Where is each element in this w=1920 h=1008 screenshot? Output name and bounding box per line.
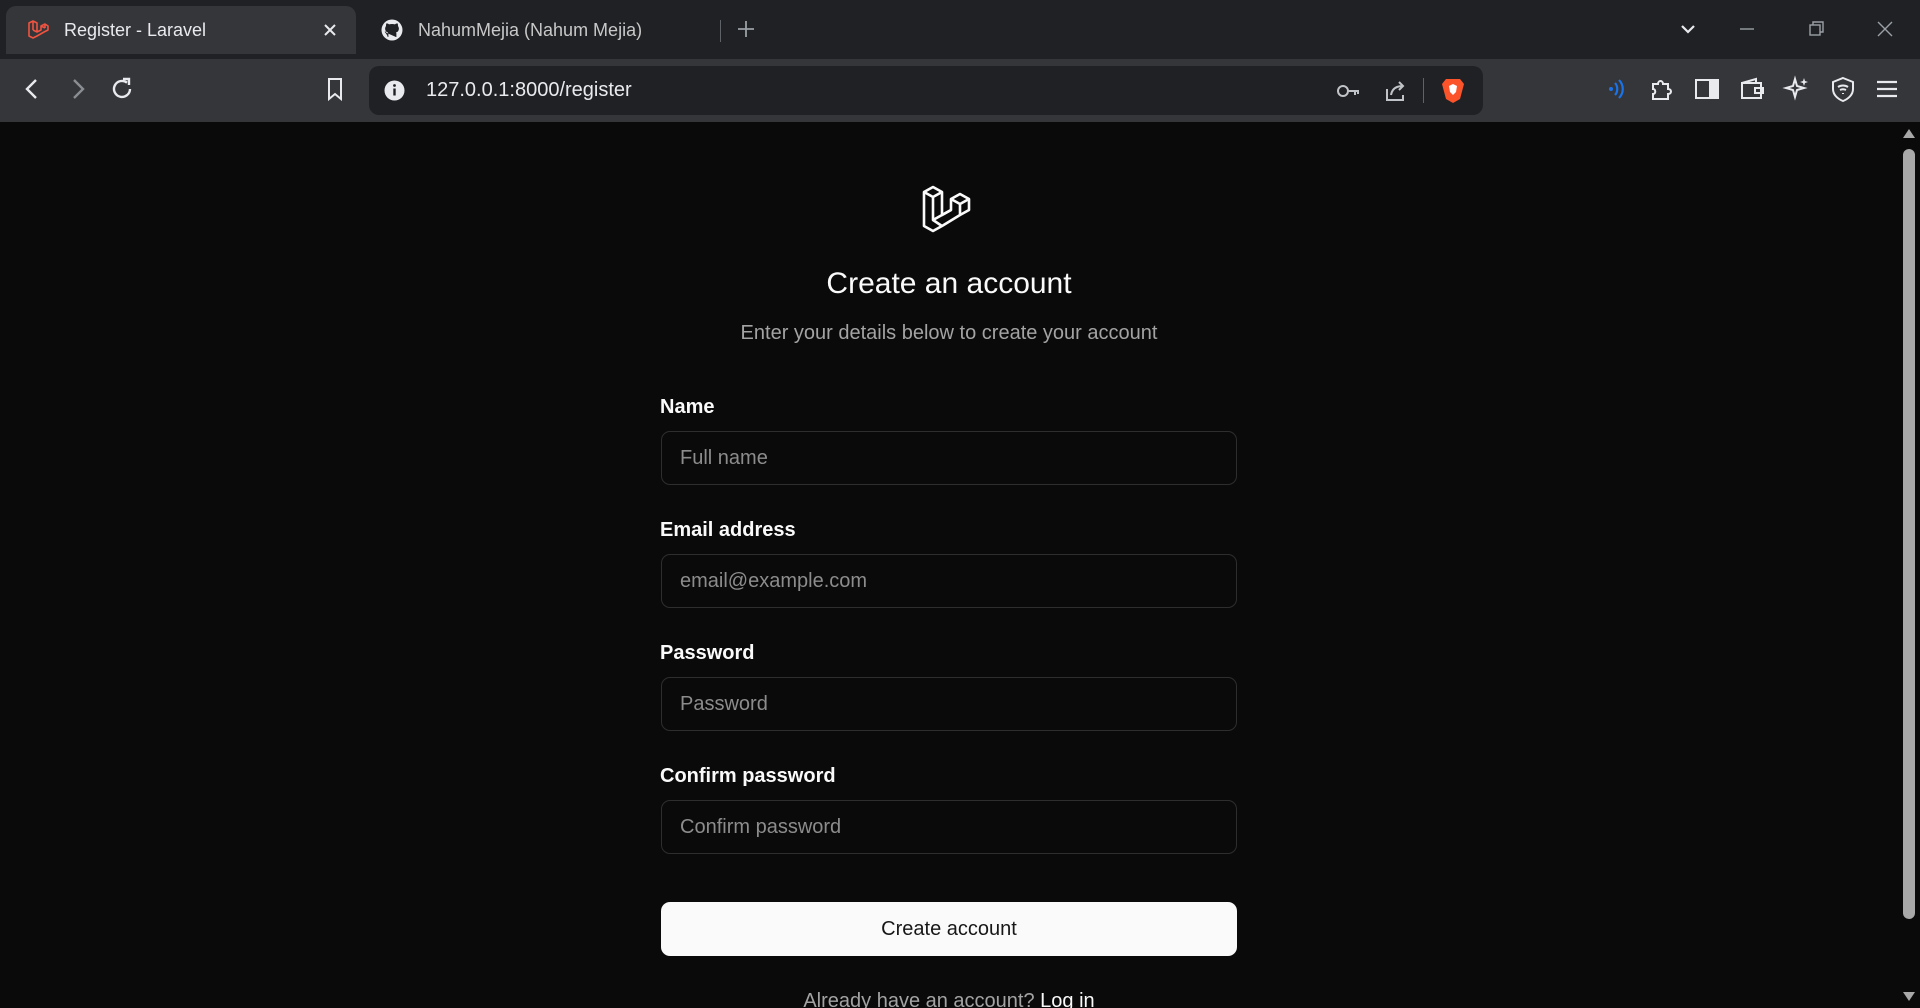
minimize-icon[interactable] (1732, 14, 1762, 44)
wallet-icon[interactable] (1737, 74, 1767, 104)
github-icon (381, 19, 403, 41)
tab-title: Register - Laravel (64, 19, 207, 40)
tab-github[interactable]: NahumMejia (Nahum Mejia) (360, 6, 720, 54)
reload-icon[interactable] (107, 74, 137, 104)
close-window-icon[interactable] (1870, 14, 1900, 44)
confirm-password-input[interactable] (661, 800, 1237, 854)
url-text[interactable]: 127.0.0.1:8000/register (426, 79, 632, 102)
back-icon[interactable] (18, 74, 48, 104)
login-prompt: Already have an account? Log in (0, 990, 1898, 1008)
vpn-shield-icon[interactable] (1828, 74, 1858, 104)
brave-shields-icon[interactable] (1438, 75, 1468, 105)
tab-register[interactable]: Register - Laravel (6, 6, 356, 54)
menu-hamburger-icon[interactable] (1872, 74, 1902, 104)
brave-talk-icon[interactable] (1602, 74, 1632, 104)
scroll-down-arrow-icon[interactable] (1902, 991, 1916, 1003)
scroll-thumb[interactable] (1903, 149, 1915, 919)
name-input[interactable] (661, 431, 1237, 485)
login-prompt-text: Already have an account? (803, 990, 1035, 1008)
close-tab-icon[interactable] (318, 18, 342, 42)
password-input[interactable] (661, 677, 1237, 731)
email-input[interactable] (661, 554, 1237, 608)
restore-icon[interactable] (1801, 14, 1831, 44)
email-label: Email address (660, 519, 796, 541)
tab-search-chevron-icon[interactable] (1673, 14, 1703, 44)
address-bar[interactable]: 127.0.0.1:8000/register (369, 66, 1483, 115)
sidebar-icon[interactable] (1692, 74, 1722, 104)
new-tab-plus-icon[interactable] (733, 16, 759, 42)
page-subtitle: Enter your details below to create your … (740, 322, 1158, 344)
omnibox-separator (1423, 78, 1424, 103)
confirm-password-label: Confirm password (660, 765, 836, 787)
tab-strip: Register - Laravel NahumMejia (Nahum Mej… (0, 0, 1920, 59)
name-label: Name (660, 396, 715, 418)
leo-ai-sparkle-icon[interactable] (1782, 74, 1812, 104)
create-account-button[interactable]: Create account (661, 902, 1237, 956)
extensions-puzzle-icon[interactable] (1647, 74, 1677, 104)
page-scrollbar[interactable] (1898, 122, 1920, 1008)
password-label: Password (660, 642, 755, 664)
page-title: Create an account (826, 267, 1072, 300)
bookmark-icon[interactable] (320, 74, 350, 104)
tab-separator (720, 20, 721, 42)
tab-title: NahumMejia (Nahum Mejia) (418, 19, 643, 40)
register-page: Create an account Enter your details bel… (0, 122, 1898, 1008)
forward-icon[interactable] (62, 74, 92, 104)
laravel-icon (28, 20, 49, 39)
site-info-icon[interactable] (383, 79, 406, 102)
share-icon[interactable] (1381, 77, 1409, 105)
laravel-logo-icon[interactable] (920, 182, 976, 238)
scroll-up-arrow-icon[interactable] (1902, 127, 1916, 139)
password-key-icon[interactable] (1334, 77, 1362, 105)
login-link[interactable]: Log in (1040, 990, 1095, 1008)
browser-toolbar: 127.0.0.1:8000/register (0, 59, 1920, 122)
